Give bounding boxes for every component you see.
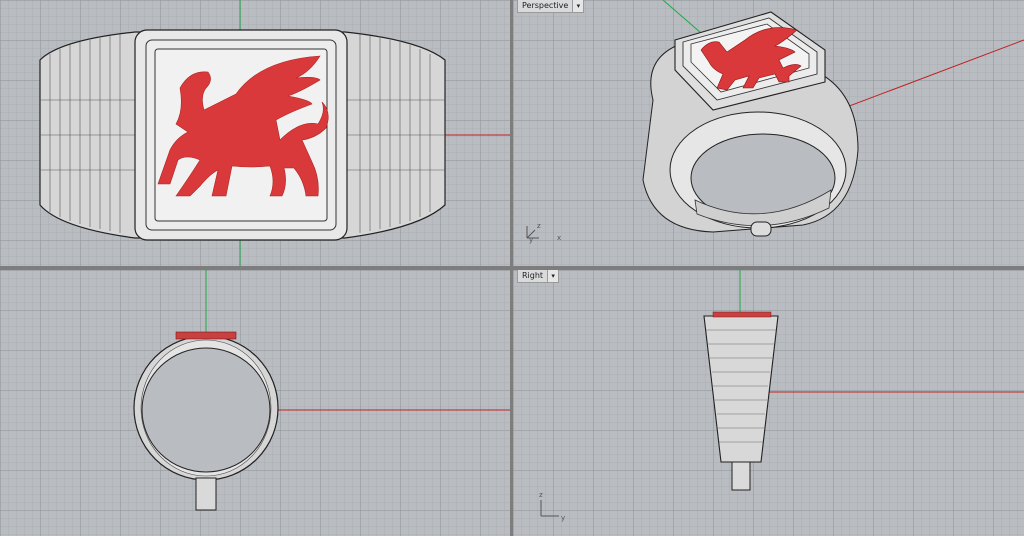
viewport-front[interactable] (0, 270, 510, 536)
axis-label-y: y (529, 236, 533, 244)
front-view-canvas (133, 270, 510, 511)
axis-label-z: z (537, 222, 541, 230)
rhino-viewport-grid: Perspective ▾ z y x Right ▾ z y (0, 0, 1024, 536)
right-view-canvas: z y (539, 270, 1024, 522)
viewport-right[interactable]: Right ▾ z y (513, 270, 1024, 536)
viewport-top[interactable] (0, 0, 510, 266)
axis-label-y: y (561, 514, 565, 522)
perspective-view-canvas: z y x (526, 0, 1024, 244)
axis-gizmo: z y (539, 491, 565, 522)
ring-side-profile (703, 311, 779, 491)
ring-profile (133, 331, 279, 511)
axis-gizmo: z y x (526, 222, 561, 244)
viewport-perspective[interactable]: Perspective ▾ z y x (513, 0, 1024, 266)
top-view-canvas (39, 0, 510, 266)
axis-label-x: x (557, 234, 561, 242)
axis-label-z: z (539, 491, 543, 499)
